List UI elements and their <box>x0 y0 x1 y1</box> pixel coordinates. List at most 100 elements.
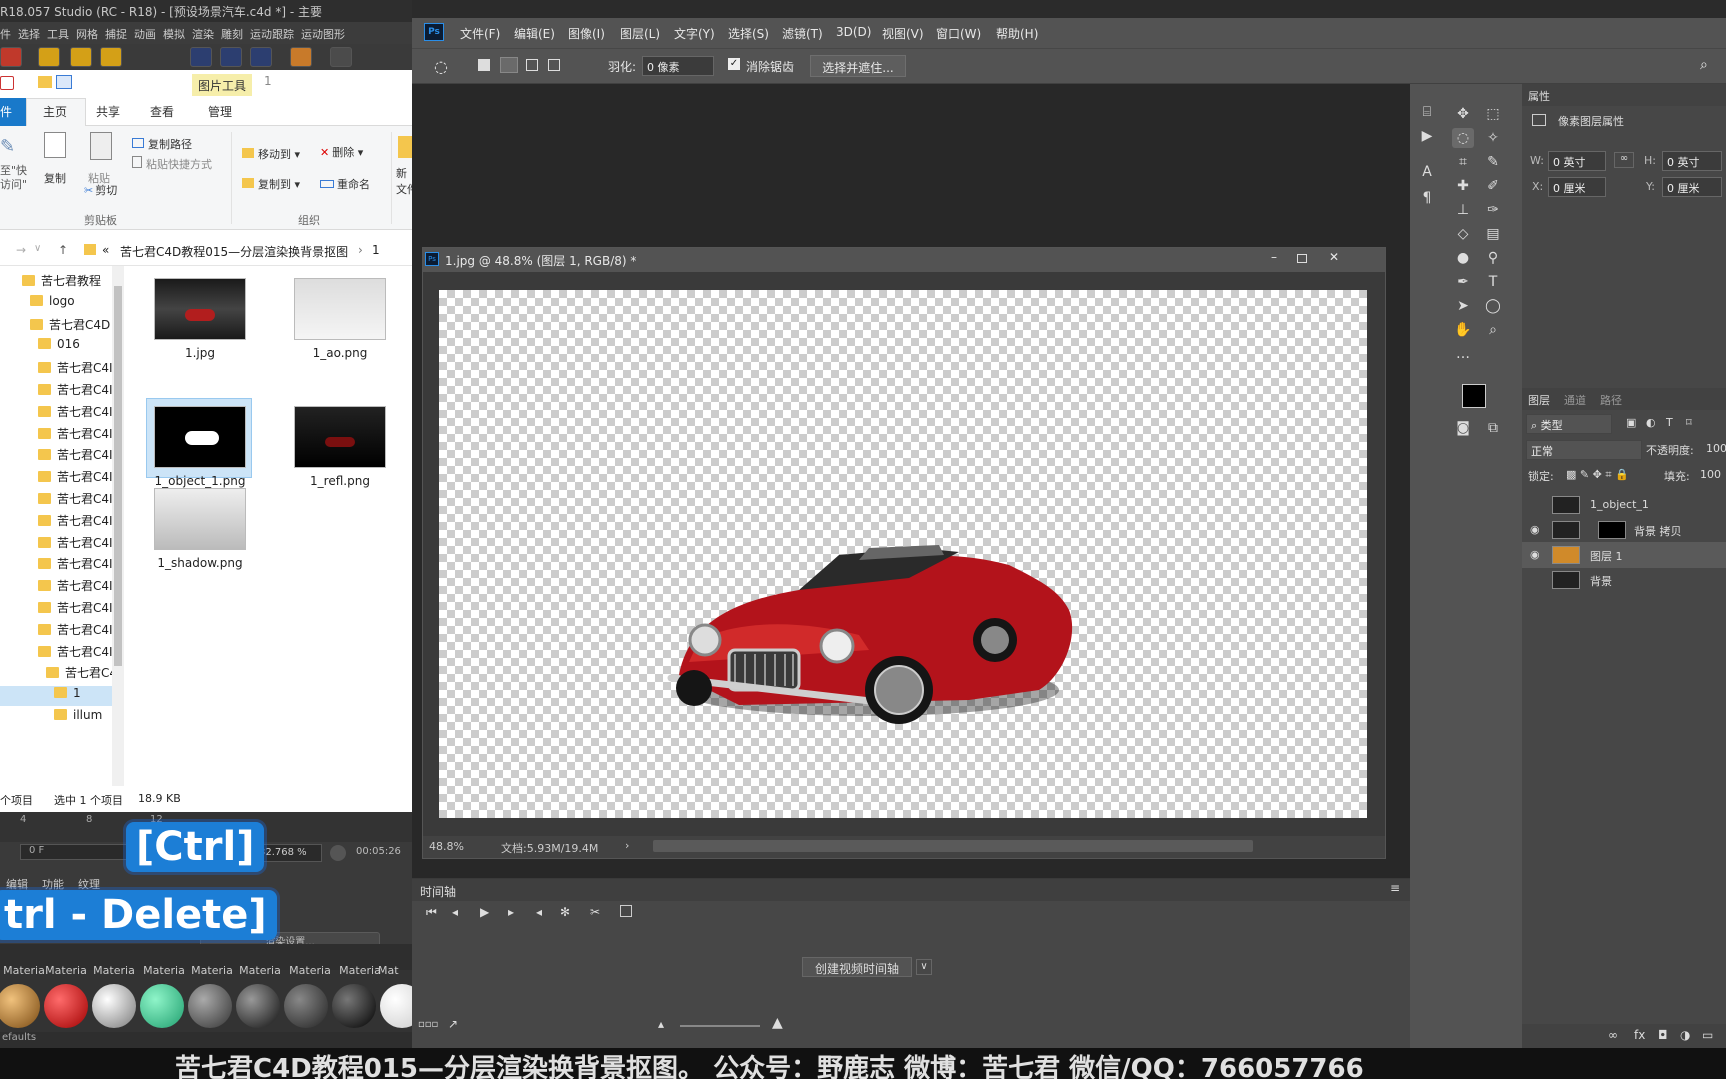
c4d-tool-icon[interactable] <box>70 47 92 67</box>
c4d-menu-item[interactable]: 运动图形 <box>301 26 345 42</box>
x-field[interactable]: 0 厘米 <box>1548 177 1606 197</box>
adjustment-layer-icon[interactable]: ◑ <box>1680 1028 1690 1042</box>
tree-item[interactable]: 苦七君C4D <box>30 316 110 336</box>
file-name[interactable]: 1_object_1.png <box>140 474 260 488</box>
ellipse-tool-icon[interactable]: ◯ <box>1482 296 1504 316</box>
play-icon[interactable]: ▶ <box>480 905 489 919</box>
width-field[interactable]: 0 英寸 <box>1548 151 1606 171</box>
new-group-icon[interactable]: ▭ <box>1702 1028 1713 1042</box>
filter-shape-icon[interactable]: ⌑ <box>1686 416 1692 429</box>
crop-tool-icon[interactable]: ⌗ <box>1452 152 1474 172</box>
paragraph-icon[interactable]: ¶ <box>1416 188 1438 208</box>
tree-item[interactable]: 苦七君C4I <box>38 490 113 510</box>
magic-wand-icon[interactable]: ✧ <box>1482 128 1504 148</box>
menu-filter[interactable]: 滤镜(T) <box>782 25 823 42</box>
material-swatch[interactable] <box>0 984 40 1028</box>
material-swatch[interactable] <box>140 984 184 1028</box>
c4d-menu-item[interactable]: 渲染 <box>192 26 214 42</box>
x-axis-icon[interactable] <box>190 47 212 67</box>
file-name[interactable]: 1_refl.png <box>280 474 400 488</box>
c4d-menu-item[interactable]: 网格 <box>76 26 98 42</box>
layer-row[interactable]: 1_object_1 <box>1522 492 1726 518</box>
screen-mode-icon[interactable]: ⧉ <box>1482 418 1504 438</box>
material-swatch[interactable] <box>284 984 328 1028</box>
new-selection-icon[interactable] <box>478 59 490 71</box>
chevron-right-icon[interactable]: › <box>625 839 629 852</box>
layer-row[interactable]: ◉ 背景 拷贝 <box>1522 517 1726 543</box>
y-field[interactable]: 0 厘米 <box>1662 177 1722 197</box>
copy-path-button[interactable]: 复制路径 <box>132 136 192 152</box>
tree-item[interactable]: 苦七君C4I <box>38 534 113 554</box>
maximize-icon[interactable] <box>1297 254 1307 263</box>
frame-field[interactable]: 0 F <box>20 844 130 860</box>
breadcrumb-item[interactable]: 苦七君C4D教程015—分层渲染换背景抠图 <box>120 243 348 260</box>
pin-icon[interactable]: ✎ <box>0 136 20 157</box>
stamp-tool-icon[interactable]: ⊥ <box>1452 200 1474 220</box>
pin-quick-access-button[interactable]: 至"快 访问" <box>0 164 27 192</box>
tree-item[interactable]: 苦七君C4I <box>38 512 113 532</box>
c4d-menu-item[interactable]: 选择 <box>18 26 40 42</box>
address-bar[interactable]: → ∨ ↑ « 苦七君C4D教程015—分层渲染换背景抠图 › 1 <box>0 238 412 266</box>
next-frame-icon[interactable]: ▸ <box>508 905 514 919</box>
properties-panel-tab[interactable]: 属性 <box>1528 88 1550 104</box>
file-name[interactable]: 1_ao.png <box>280 346 400 360</box>
c4d-tool-icon[interactable] <box>100 47 122 67</box>
layer-mask-thumbnail[interactable] <box>1598 521 1626 539</box>
character-icon[interactable]: A <box>1416 162 1438 182</box>
brush-tool-icon[interactable]: ✐ <box>1482 176 1504 196</box>
zoom-field[interactable]: 32.768 % <box>254 844 322 862</box>
tab-file[interactable]: 件 <box>0 98 26 126</box>
add-selection-icon[interactable] <box>500 57 518 73</box>
timeline-zoom-slider[interactable] <box>680 1025 760 1027</box>
audio-icon[interactable]: ◂ <box>536 905 542 919</box>
hand-tool-icon[interactable]: ✋ <box>1452 320 1474 340</box>
tree-item[interactable]: 苦七君C4I <box>38 446 113 466</box>
visibility-eye-icon[interactable]: ◉ <box>1530 548 1540 561</box>
layer-filter-select[interactable]: ⌕ 类型 <box>1526 414 1612 434</box>
tree-item[interactable]: 016 <box>38 337 80 357</box>
gradient-tool-icon[interactable]: ▤ <box>1482 224 1504 244</box>
rename-button[interactable]: 重命名 <box>320 176 370 192</box>
link-layers-icon[interactable]: ∞ <box>1608 1028 1618 1042</box>
c4d-menu-item[interactable]: 运动跟踪 <box>250 26 294 42</box>
c4d-tool-icon[interactable] <box>330 47 352 67</box>
chevron-down-icon[interactable]: ∨ <box>916 959 932 975</box>
copy-to-button[interactable]: 复制到 ▾ <box>242 176 300 192</box>
select-and-mask-button[interactable]: 选择并遮住... <box>810 55 906 77</box>
material-swatch[interactable] <box>236 984 280 1028</box>
render-icon[interactable]: ▫▫▫ <box>418 1019 438 1030</box>
file-thumbnail[interactable] <box>294 406 386 468</box>
document-info[interactable]: 文档:5.93M/19.4M <box>501 840 598 856</box>
settings-icon[interactable]: ✻ <box>560 905 570 919</box>
delete-button[interactable]: ✕ 删除 ▾ <box>320 144 363 160</box>
tree-item[interactable]: 苦七君C4I <box>38 555 113 575</box>
link-icon[interactable]: ∞ <box>1614 152 1634 168</box>
transition-icon[interactable] <box>620 905 632 917</box>
fill-value[interactable]: 100 <box>1700 468 1721 481</box>
view-icon[interactable] <box>56 75 72 89</box>
create-video-timeline-button[interactable]: 创建视频时间轴 <box>802 957 912 977</box>
fx-icon[interactable]: fx <box>1634 1028 1645 1042</box>
layer-row[interactable]: ◉ 图层 1 <box>1522 542 1726 568</box>
history-icon[interactable]: ⌸ <box>1416 102 1438 122</box>
c4d-menu-item[interactable]: 件 <box>0 26 11 42</box>
tree-item[interactable]: 1 <box>0 686 112 707</box>
menu-window[interactable]: 窗口(W) <box>936 25 981 42</box>
tree-item[interactable]: 苦七君C4I <box>38 381 113 401</box>
tree-item[interactable]: 苦七君C4I <box>38 643 113 663</box>
new-folder-icon[interactable] <box>38 76 52 88</box>
document-titlebar[interactable]: Ps 1.jpg @ 48.8% (图层 1, RGB/8) * – ✕ <box>423 248 1385 272</box>
file-name[interactable]: 1.jpg <box>140 346 260 360</box>
menu-select[interactable]: 选择(S) <box>728 25 769 42</box>
prev-frame-icon[interactable]: ◂ <box>452 905 458 919</box>
c4d-menu-item[interactable]: 模拟 <box>163 26 185 42</box>
menu-3d[interactable]: 3D(D) <box>836 25 871 39</box>
horizontal-scrollbar[interactable] <box>653 840 1253 852</box>
first-frame-icon[interactable]: ⏮ <box>426 905 437 920</box>
material-swatch[interactable] <box>332 984 376 1028</box>
tree-scrollbar[interactable] <box>112 266 124 786</box>
layer-row[interactable]: 背景 <box>1522 567 1726 593</box>
opacity-value[interactable]: 100 <box>1706 442 1726 455</box>
tab-share[interactable]: 共享 <box>96 103 120 120</box>
minimize-icon[interactable]: – <box>1271 250 1277 264</box>
